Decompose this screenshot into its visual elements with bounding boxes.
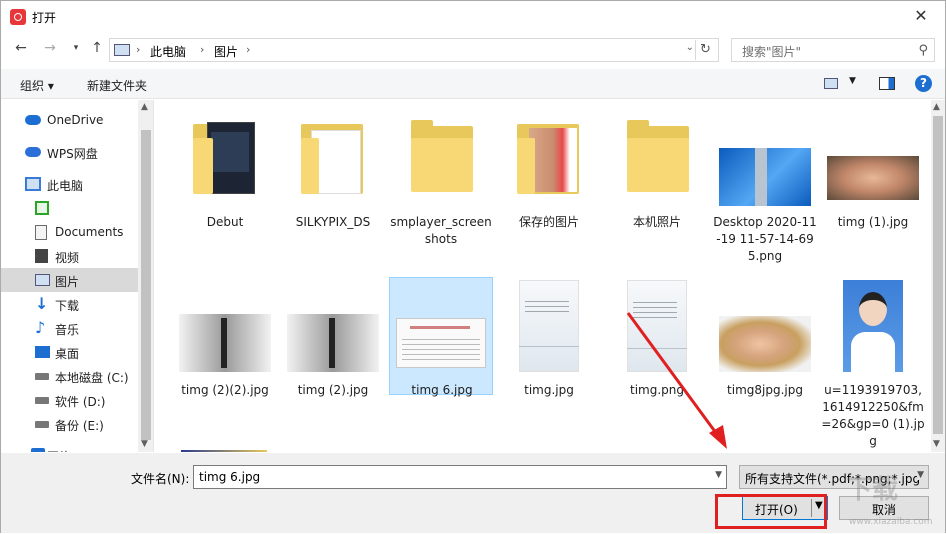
filename-input[interactable]: timg 6.jpg ▼ (193, 465, 727, 489)
open-file-dialog: 打开 ✕ ← → ▾ ↑ › 此电脑 › 图片 › ⌄ ↻ 搜索"图片" ⚲ 组… (0, 0, 946, 533)
filename-label: 文件名(N): (131, 472, 190, 486)
chevron-down-icon[interactable]: ▼ (917, 470, 924, 480)
split-divider (811, 499, 812, 517)
file-type-select[interactable]: 所有支持文件(*.pdf;*.png;*.jpg ▼ (739, 465, 929, 489)
cancel-button-label: 取消 (871, 503, 896, 517)
dialog-footer: 文件名(N): timg 6.jpg ▼ 所有支持文件(*.pdf;*.png;… (1, 453, 945, 533)
filename-value: timg 6.jpg (199, 470, 261, 484)
chevron-down-icon[interactable]: ▼ (715, 470, 722, 480)
open-button[interactable]: 打开(O) ▼ (742, 496, 828, 520)
file-type-value: 所有支持文件(*.pdf;*.png;*.jpg (745, 472, 921, 486)
cancel-button[interactable]: 取消 (839, 496, 929, 520)
open-button-label: 打开(O) (755, 503, 798, 517)
open-options-dropdown-icon[interactable]: ▼ (815, 500, 823, 511)
